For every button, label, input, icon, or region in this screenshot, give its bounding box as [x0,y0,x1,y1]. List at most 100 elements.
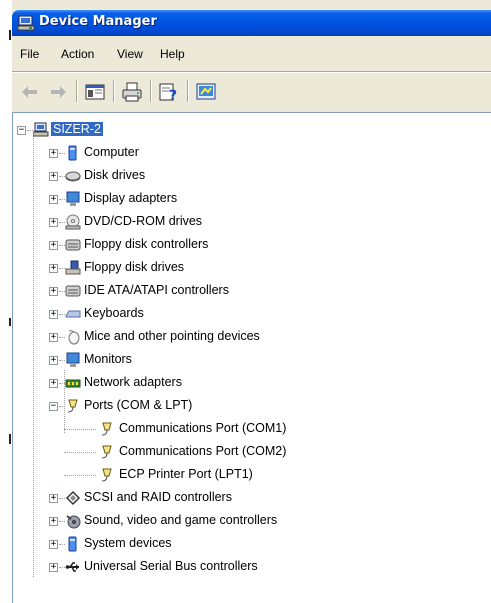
tree-node-com2[interactable]: Communications Port (COM2) [13,443,483,461]
back-arrow-icon[interactable] [18,80,42,104]
tree-node-lpt1[interactable]: ECP Printer Port (LPT1) [13,466,483,484]
menu-bar: File Action View Help [12,42,491,66]
tree-node-label[interactable]: Floppy disk drives [84,260,184,274]
computer-icon [68,145,77,161]
network-adapter-icon [65,379,81,388]
help-icon[interactable]: ? [157,80,181,104]
menu-file[interactable]: File [20,47,39,61]
expand-toggle[interactable]: + [49,517,58,526]
menu-view[interactable]: View [117,47,143,61]
expand-toggle[interactable]: + [49,494,58,503]
menu-separator [12,71,491,73]
tree-node-floppy-drives[interactable]: + Floppy disk drives [13,259,483,277]
tree-node-floppy-controllers[interactable]: + Floppy disk controllers [13,236,483,254]
expand-toggle[interactable]: + [49,172,58,181]
tree-node-label[interactable]: Display adapters [84,191,177,205]
tree-root-label[interactable]: SIZER-2 [51,122,103,136]
expand-toggle[interactable]: + [49,333,58,342]
title-bar[interactable]: Device Manager [12,10,491,36]
tree-node-usb[interactable]: + Universal Serial Bus controllers [13,558,483,576]
tree-node-label[interactable]: Network adapters [84,375,182,389]
expand-toggle[interactable]: + [49,379,58,388]
tree-node-label[interactable]: Ports (COM & LPT) [84,398,192,412]
disk-drive-icon [65,171,81,182]
tree-node-label[interactable]: Communications Port (COM1) [119,421,286,435]
device-manager-window: Device Manager File Action View Help ? −… [0,0,491,603]
toolbar-separator [76,80,78,102]
tree-node-dvd-cd-rom[interactable]: + DVD/CD-ROM drives [13,213,483,231]
collapse-toggle[interactable]: − [17,126,26,135]
expand-toggle[interactable]: + [49,149,58,158]
dvd-drive-icon [65,214,81,230]
toolbar-separator [187,80,189,102]
toolbar-separator [150,80,152,102]
tree-node-scsi-raid[interactable]: + SCSI and RAID controllers [13,489,483,507]
tree-node-label[interactable]: Communications Port (COM2) [119,444,286,458]
properties-icon[interactable] [194,80,218,104]
tree-node-label[interactable]: Universal Serial Bus controllers [84,559,258,573]
expand-toggle[interactable]: + [49,563,58,572]
window-title: Device Manager [39,14,157,29]
tree-node-label[interactable]: Computer [84,145,139,159]
left-edge [0,0,12,603]
port-icon [101,468,112,482]
tree-node-ports[interactable]: − Ports (COM & LPT) [13,397,483,415]
tree-node-keyboards[interactable]: + Keyboards [13,305,483,323]
mouse-icon [68,330,80,345]
tree-node-network-adapters[interactable]: + Network adapters [13,374,483,392]
sound-icon [66,515,81,529]
tree-node-label[interactable]: ECP Printer Port (LPT1) [119,467,253,481]
toolbar: ? [12,74,491,108]
keyboard-icon [65,310,81,318]
expand-toggle[interactable]: + [49,287,58,296]
monitor-icon [66,352,80,367]
print-icon[interactable] [120,80,144,104]
tree-node-label[interactable]: System devices [84,536,172,550]
tree-node-label[interactable]: Floppy disk controllers [84,237,208,251]
tree-node-label[interactable]: Mice and other pointing devices [84,329,260,343]
expand-toggle[interactable]: + [49,218,58,227]
tree-node-label[interactable]: Disk drives [84,168,145,182]
expand-toggle[interactable]: + [49,195,58,204]
show-hide-console-tree-icon[interactable] [83,80,107,104]
tree-node-label[interactable]: SCSI and RAID controllers [84,490,232,504]
tree-node-label[interactable]: Keyboards [84,306,144,320]
expand-toggle[interactable]: + [49,241,58,250]
expand-toggle[interactable]: + [49,310,58,319]
tree-node-com1[interactable]: Communications Port (COM1) [13,420,483,438]
tree-node-sound-video[interactable]: + Sound, video and game controllers [13,512,483,530]
usb-icon [65,562,79,572]
collapse-toggle[interactable]: − [49,402,58,411]
tree-node-system-devices[interactable]: + System devices [13,535,483,553]
floppy-drive-icon [65,260,81,275]
tree-root-node[interactable]: − SIZER-2 [13,121,483,139]
tree-node-label[interactable]: DVD/CD-ROM drives [84,214,202,228]
expand-toggle[interactable]: + [49,356,58,365]
menu-help[interactable]: Help [160,47,185,61]
expand-toggle[interactable]: + [49,264,58,273]
device-tree[interactable]: − SIZER-2 + Computer + Disk drives + Dis… [12,112,491,603]
display-adapter-icon [66,191,80,206]
tree-node-display-adapters[interactable]: + Display adapters [13,190,483,208]
tree-node-monitors[interactable]: + Monitors [13,351,483,369]
tree-node-label[interactable]: IDE ATA/ATAPI controllers [84,283,229,297]
tree-node-ide-controllers[interactable]: + IDE ATA/ATAPI controllers [13,282,483,300]
computer-icon [33,122,49,137]
expand-toggle[interactable]: + [49,540,58,549]
device-manager-icon [18,15,35,31]
tree-node-disk-drives[interactable]: + Disk drives [13,167,483,185]
system-device-icon [68,536,77,552]
menu-action[interactable]: Action [61,47,94,61]
svg-text:?: ? [169,88,177,104]
tree-node-computer[interactable]: + Computer [13,144,483,162]
toolbar-separator [113,80,115,102]
scsi-controller-icon [65,490,81,506]
tree-node-label[interactable]: Monitors [84,352,132,366]
floppy-controller-icon [65,239,81,251]
tree-node-label[interactable]: Sound, video and game controllers [84,513,277,527]
ide-controller-icon [65,285,81,297]
forward-arrow-icon[interactable] [46,80,70,104]
tree-node-mice[interactable]: + Mice and other pointing devices [13,328,483,346]
port-icon [101,445,112,459]
port-icon [101,422,112,436]
